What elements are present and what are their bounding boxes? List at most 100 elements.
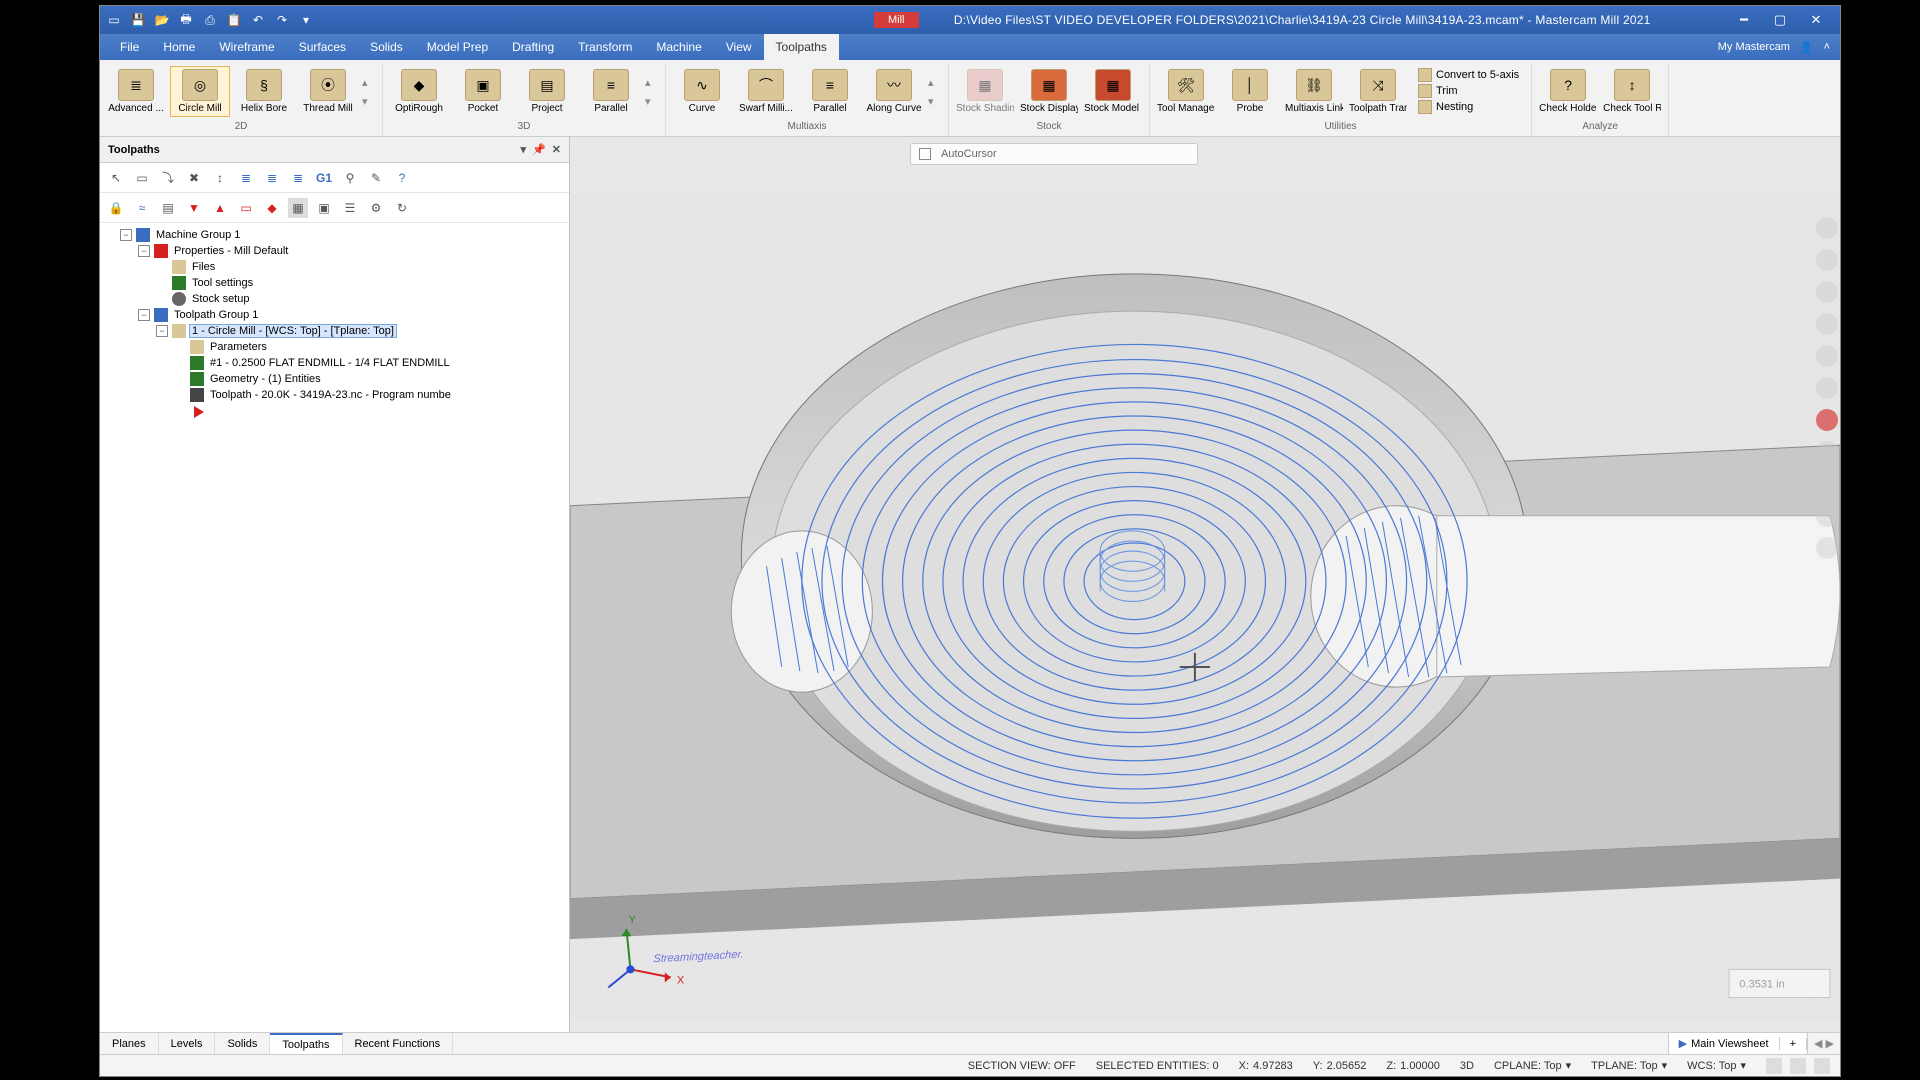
- box-icon[interactable]: ▭: [236, 198, 256, 218]
- undo-icon[interactable]: ↶: [250, 12, 266, 28]
- snap-8-icon[interactable]: [1175, 147, 1189, 161]
- status-mode[interactable]: 3D: [1460, 1060, 1474, 1072]
- viewsheet-tab[interactable]: ▶Main Viewsheet: [1669, 1037, 1780, 1050]
- status-wcs[interactable]: WCS: Top: [1687, 1060, 1736, 1072]
- tab-drafting[interactable]: Drafting: [500, 34, 566, 60]
- sort2-icon[interactable]: ≣: [262, 168, 282, 188]
- tab-wireframe[interactable]: Wireframe: [207, 34, 286, 60]
- 2d-more-down-icon[interactable]: ▾: [362, 95, 376, 108]
- helix-bore-button[interactable]: §Helix Bore: [234, 66, 294, 117]
- lock-icon[interactable]: 🔒: [106, 198, 126, 218]
- tree-operation[interactable]: 1 - Circle Mill - [WCS: Top] - [Tplane: …: [190, 325, 396, 337]
- multi-more-up-icon[interactable]: ▴: [928, 76, 942, 89]
- diamond-icon[interactable]: ◆: [262, 198, 282, 218]
- redo-icon[interactable]: ↷: [274, 12, 290, 28]
- add-viewsheet-button[interactable]: +: [1780, 1038, 1807, 1050]
- status-x[interactable]: 4.97283: [1253, 1060, 1293, 1072]
- chevron-down-icon[interactable]: ▾: [1566, 1059, 1572, 1072]
- tree-machine-group[interactable]: Machine Group 1: [154, 229, 242, 241]
- select-icon[interactable]: ▭: [132, 168, 152, 188]
- pocket-button[interactable]: ▣Pocket: [453, 66, 513, 117]
- sort-icon[interactable]: ≣: [236, 168, 256, 188]
- list-icon[interactable]: ☰: [340, 198, 360, 218]
- cursor-icon[interactable]: ↖: [106, 168, 126, 188]
- thread-mill-button[interactable]: ⦿Thread Mill: [298, 66, 358, 117]
- status-section[interactable]: SECTION VIEW: OFF: [968, 1060, 1076, 1072]
- insert-marker-icon[interactable]: [194, 406, 204, 418]
- expand-icon[interactable]: −: [138, 245, 150, 257]
- tab-solids2[interactable]: Solids: [215, 1033, 270, 1054]
- tab-transform[interactable]: Transform: [566, 34, 644, 60]
- stock-display-button[interactable]: ▦Stock Display: [1019, 66, 1079, 117]
- convert-5axis-button[interactable]: Convert to 5-axis: [1418, 68, 1519, 82]
- trim-button[interactable]: Trim: [1418, 84, 1519, 98]
- multi-more-down-icon[interactable]: ▾: [928, 95, 942, 108]
- status-icon-3[interactable]: [1814, 1058, 1830, 1074]
- tree-parameters[interactable]: Parameters: [208, 341, 269, 353]
- snap-3-icon[interactable]: [1055, 147, 1069, 161]
- status-tplane[interactable]: TPLANE: Top: [1591, 1060, 1657, 1072]
- gear2-icon[interactable]: ⚙: [366, 198, 386, 218]
- print-icon[interactable]: 🖶: [178, 12, 194, 28]
- project-button[interactable]: ▤Project: [517, 66, 577, 117]
- toolpath-transform-button[interactable]: ⤨Toolpath Transform: [1348, 66, 1408, 117]
- snap-4-icon[interactable]: [1079, 147, 1093, 161]
- tab-machine[interactable]: Machine: [644, 34, 713, 60]
- model-view[interactable]: X Y Streamingteacher. 0.3531 in: [570, 137, 1840, 1076]
- tree-files[interactable]: Files: [190, 261, 217, 273]
- tool-manager-button[interactable]: 🛠Tool Manager: [1156, 66, 1216, 117]
- filter-icon[interactable]: ⚲: [340, 168, 360, 188]
- tab-file[interactable]: File: [108, 34, 151, 60]
- delete-icon[interactable]: ✖: [184, 168, 204, 188]
- tab-surfaces[interactable]: Surfaces: [287, 34, 358, 60]
- tab-view[interactable]: View: [714, 34, 764, 60]
- maximize-button[interactable]: ▢: [1762, 12, 1798, 28]
- status-cplane[interactable]: CPLANE: Top: [1494, 1060, 1562, 1072]
- tree-stock-setup[interactable]: Stock setup: [190, 293, 251, 305]
- gutter-9-icon[interactable]: [1816, 473, 1838, 495]
- gutter-1-icon[interactable]: [1816, 217, 1838, 239]
- tree-geometry[interactable]: Geometry - (1) Entities: [208, 373, 323, 385]
- tab-planes[interactable]: Planes: [100, 1033, 159, 1054]
- stock-shading-button[interactable]: ▦Stock Shading: [955, 66, 1015, 117]
- tab-levels[interactable]: Levels: [159, 1033, 216, 1054]
- edit-icon[interactable]: ✎: [366, 168, 386, 188]
- check-holder-button[interactable]: ?Check Holder: [1538, 66, 1598, 117]
- status-icon-2[interactable]: [1790, 1058, 1806, 1074]
- gutter-2-icon[interactable]: [1816, 249, 1838, 271]
- gutter-4-icon[interactable]: [1816, 313, 1838, 335]
- viewport[interactable]: X Y Streamingteacher. 0.3531 in AutoCurs…: [570, 137, 1840, 1076]
- panel-close-icon[interactable]: ✕: [552, 143, 561, 156]
- down-icon[interactable]: ▼: [184, 198, 204, 218]
- snap-7-icon[interactable]: [1151, 147, 1165, 161]
- advanced-button[interactable]: ≣Advanced ...: [106, 66, 166, 117]
- screen-icon[interactable]: ⎙: [202, 12, 218, 28]
- curve-button[interactable]: ∿Curve: [672, 66, 732, 117]
- help-icon[interactable]: ?: [392, 168, 412, 188]
- sort3-icon[interactable]: ≣: [288, 168, 308, 188]
- circle-mill-button[interactable]: ◎Circle Mill: [170, 66, 230, 117]
- tree-tool-settings[interactable]: Tool settings: [190, 277, 255, 289]
- qat-dropdown-icon[interactable]: ▾: [298, 12, 314, 28]
- grid-icon[interactable]: ▦: [288, 198, 308, 218]
- tree-toolpath-group[interactable]: Toolpath Group 1: [172, 309, 260, 321]
- along-curve-button[interactable]: 〰Along Curve: [864, 66, 924, 117]
- status-icon-1[interactable]: [1766, 1058, 1782, 1074]
- panel-pin-icon[interactable]: 📌: [532, 143, 546, 156]
- user-icon[interactable]: 👤: [1800, 41, 1814, 54]
- gutter-6-icon[interactable]: [1816, 377, 1838, 399]
- 3d-more-down-icon[interactable]: ▾: [645, 95, 659, 108]
- rotate-icon[interactable]: ↻: [392, 198, 412, 218]
- sheet-prev-icon[interactable]: ◀: [1814, 1037, 1822, 1050]
- operations-tree[interactable]: −Machine Group 1 −Properties - Mill Defa…: [100, 223, 569, 1058]
- snap-1-icon[interactable]: [1007, 147, 1021, 161]
- chevron-down-icon[interactable]: ▾: [1740, 1059, 1746, 1072]
- tab-recent[interactable]: Recent Functions: [343, 1033, 454, 1054]
- gutter-8-icon[interactable]: [1816, 441, 1838, 463]
- probe-button[interactable]: │Probe: [1220, 66, 1280, 117]
- tree-toolpath[interactable]: Toolpath - 20.0K - 3419A-23.nc - Program…: [208, 389, 453, 401]
- checkbox-icon[interactable]: [919, 148, 931, 160]
- check-tool-reach-button[interactable]: ↕Check Tool Reach: [1602, 66, 1662, 117]
- insert-icon[interactable]: ⤵: [158, 168, 178, 188]
- open-icon[interactable]: 📂: [154, 12, 170, 28]
